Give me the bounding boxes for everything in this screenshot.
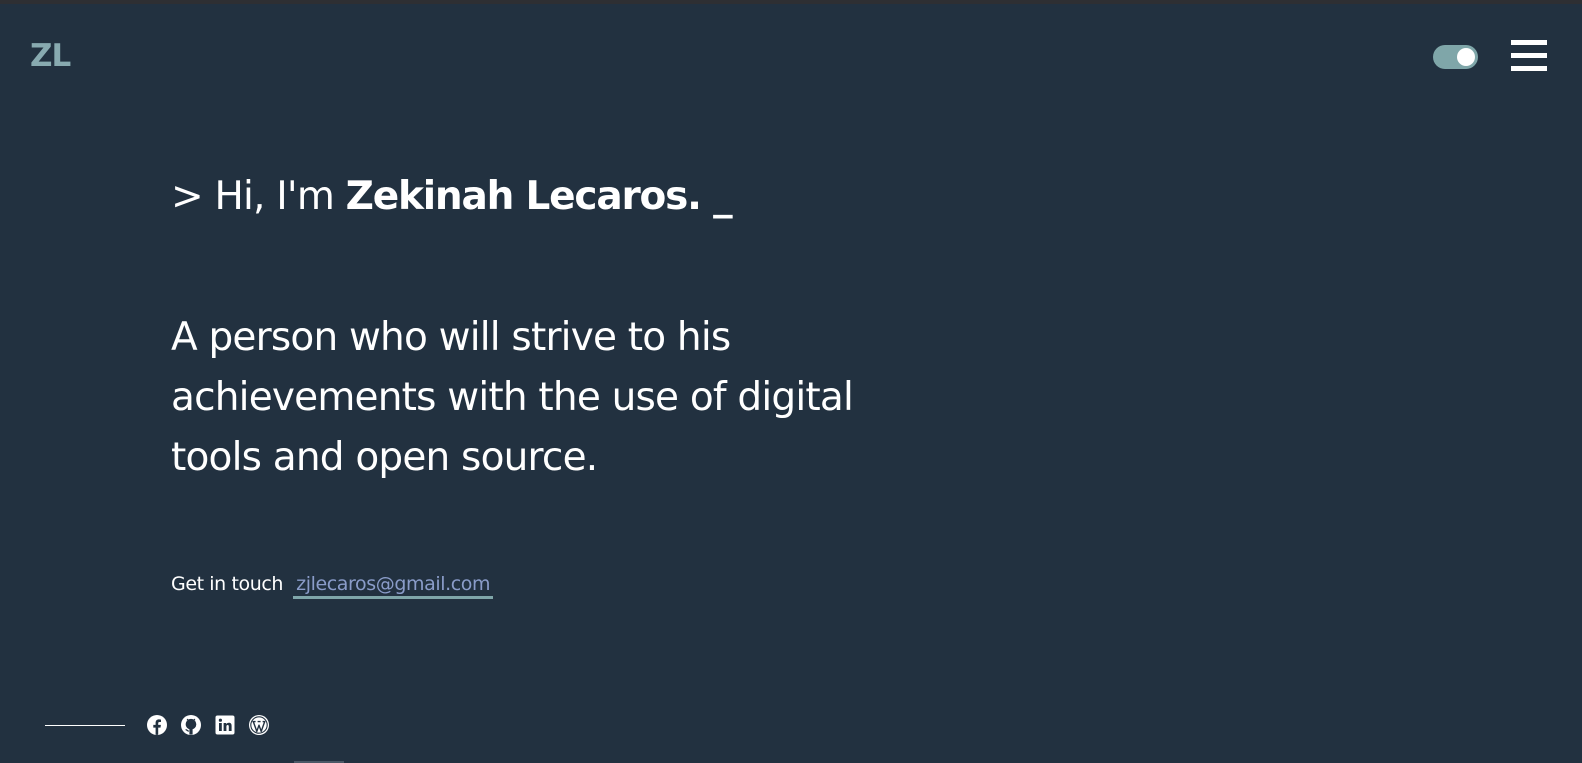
github-icon[interactable] bbox=[180, 714, 202, 736]
greeting-prefix: > Hi, I'm bbox=[171, 174, 346, 219]
facebook-icon[interactable] bbox=[146, 714, 168, 736]
hero-name: Zekinah Lecaros. bbox=[345, 174, 702, 219]
hamburger-icon[interactable] bbox=[1511, 40, 1547, 73]
footer-divider bbox=[45, 725, 125, 726]
menu-bar bbox=[1511, 66, 1547, 71]
contact-line: Get in touch zjlecaros@gmail.com bbox=[171, 570, 494, 599]
typing-cursor: _ bbox=[700, 174, 733, 219]
toggle-knob bbox=[1457, 48, 1475, 66]
page: ZL > Hi, I'm Zekinah Lecaros. _ A person… bbox=[0, 0, 1582, 763]
browser-top-strip bbox=[0, 0, 1582, 4]
linkedin-icon[interactable] bbox=[214, 714, 236, 736]
wordpress-icon[interactable] bbox=[248, 714, 270, 736]
hero-greeting: > Hi, I'm Zekinah Lecaros. _ bbox=[171, 170, 733, 224]
site-logo[interactable]: ZL bbox=[30, 36, 71, 76]
menu-bar bbox=[1511, 53, 1547, 58]
menu-bar bbox=[1511, 40, 1547, 45]
email-link[interactable]: zjlecaros@gmail.com bbox=[293, 572, 494, 599]
theme-toggle[interactable] bbox=[1433, 45, 1478, 69]
contact-label: Get in touch bbox=[171, 573, 284, 595]
hero-tagline: A person who will strive to his achievem… bbox=[171, 315, 854, 480]
social-links bbox=[146, 714, 270, 736]
